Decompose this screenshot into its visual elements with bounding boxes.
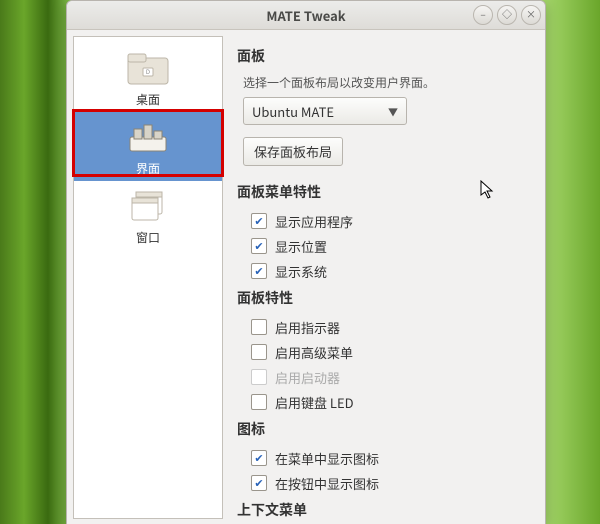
titlebar: MATE Tweak – ◇ ×: [67, 1, 545, 30]
section-panel-heading: 面板: [237, 46, 531, 66]
check-show-system[interactable]: 显示系统: [251, 260, 531, 282]
check-show-applications[interactable]: 显示应用程序: [251, 210, 531, 232]
checkbox-icon: [251, 450, 267, 466]
checkbox-label: 在按钮中显示图标: [275, 474, 379, 493]
section-panel-menu-heading: 面板菜单特性: [237, 182, 531, 202]
checkbox-icon: [251, 344, 267, 360]
checkbox-icon: [251, 369, 267, 385]
checkbox-icon: [251, 263, 267, 279]
sidebar-item-label: 界面: [136, 160, 160, 177]
checkbox-label: 显示位置: [275, 237, 327, 256]
sidebar: D 桌面 界面: [73, 36, 223, 519]
windows-icon: [126, 189, 170, 225]
minimize-button[interactable]: –: [473, 5, 493, 25]
interface-icon: [126, 120, 170, 156]
maximize-button[interactable]: ◇: [497, 5, 517, 25]
svg-text:D: D: [146, 67, 150, 76]
checkbox-icon: [251, 238, 267, 254]
checkbox-label: 在菜单中显示图标: [275, 449, 379, 468]
check-enable-indicators[interactable]: 启用指示器: [251, 316, 531, 338]
check-show-icons-buttons[interactable]: 在按钮中显示图标: [251, 472, 531, 494]
checkbox-label: 启用指示器: [275, 318, 340, 337]
checkbox-icon: [251, 475, 267, 491]
checkbox-icon: [251, 213, 267, 229]
section-icons-heading: 图标: [237, 419, 531, 439]
checkbox-label: 启用高级菜单: [275, 343, 353, 362]
main-panel: 面板 选择一个面板布局以改变用户界面。 Ubuntu MATE ▼ 保存面板布局…: [223, 30, 545, 524]
panel-description: 选择一个面板布局以改变用户界面。: [243, 74, 531, 91]
mate-tweak-window: MATE Tweak – ◇ × D: [66, 0, 546, 524]
panel-layout-dropdown[interactable]: Ubuntu MATE ▼: [243, 97, 407, 125]
section-panel-features-heading: 面板特性: [237, 288, 531, 308]
checkbox-label: 启用启动器: [275, 368, 340, 387]
check-enable-keyboard-led[interactable]: 启用键盘 LED: [251, 391, 531, 413]
folder-icon: D: [126, 51, 170, 87]
window-controls: – ◇ ×: [473, 5, 541, 25]
save-panel-layout-button[interactable]: 保存面板布局: [243, 137, 343, 166]
desktop-background: MATE Tweak – ◇ × D: [0, 0, 600, 524]
sidebar-item-interface[interactable]: 界面: [74, 112, 222, 181]
sidebar-item-label: 窗口: [136, 229, 160, 246]
window-content: D 桌面 界面: [67, 30, 545, 524]
check-show-icons-menus[interactable]: 在菜单中显示图标: [251, 447, 531, 469]
checkbox-icon: [251, 394, 267, 410]
sidebar-item-label: 桌面: [136, 91, 160, 108]
check-enable-launcher: 启用启动器: [251, 366, 531, 388]
checkbox-label: 显示系统: [275, 262, 327, 281]
sidebar-item-desktop[interactable]: D 桌面: [74, 43, 222, 112]
chevron-down-icon: ▼: [388, 104, 398, 119]
sidebar-item-windows[interactable]: 窗口: [74, 181, 222, 250]
section-context-menu-heading: 上下文菜单: [237, 500, 531, 520]
checkbox-label: 启用键盘 LED: [275, 393, 354, 412]
dropdown-value: Ubuntu MATE: [252, 102, 334, 121]
close-button[interactable]: ×: [521, 5, 541, 25]
checkbox-label: 显示应用程序: [275, 212, 353, 231]
check-show-places[interactable]: 显示位置: [251, 235, 531, 257]
checkbox-icon: [251, 319, 267, 335]
check-enable-advanced-menu[interactable]: 启用高级菜单: [251, 341, 531, 363]
